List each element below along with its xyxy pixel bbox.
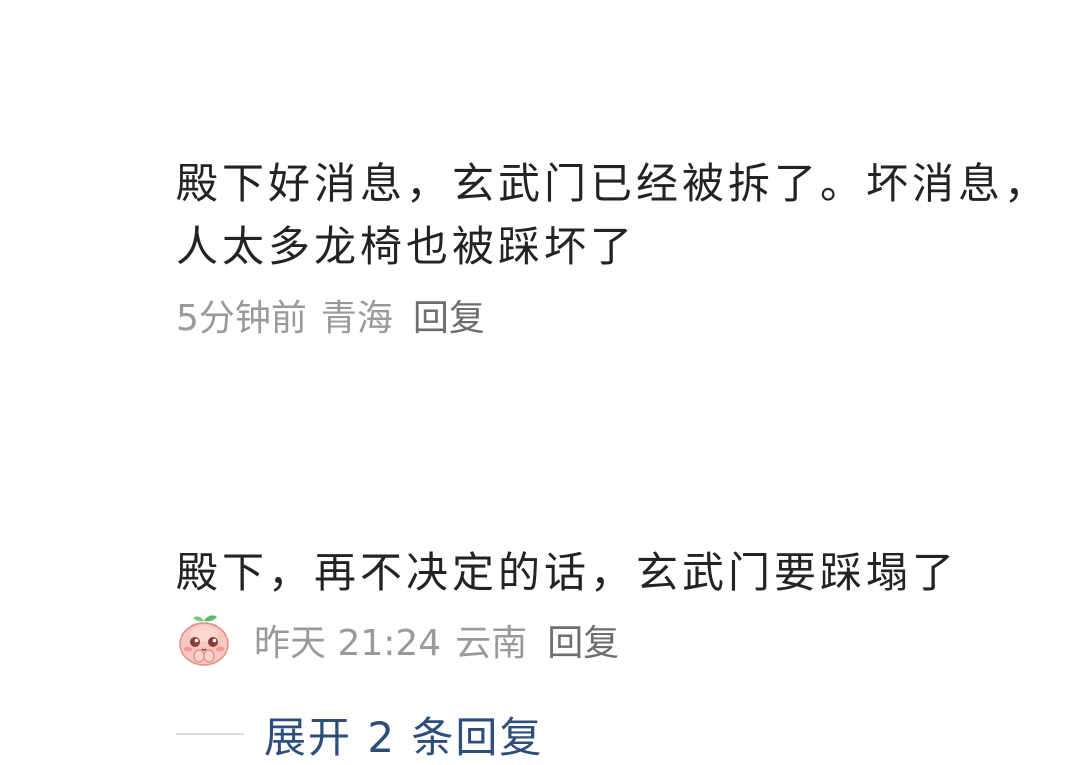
comment-text: 殿下，再不决定的话，玄武门要踩塌了 (176, 548, 959, 597)
expand-replies[interactable]: 展开 2 条回复 (176, 704, 543, 764)
comment-meta: 昨天 21:24 云南 回复 (176, 612, 1056, 668)
reply-button[interactable]: 回复 (413, 289, 485, 341)
blushing-peach-sticker-icon (179, 615, 229, 666)
comment-region: 青海 (320, 298, 393, 339)
expand-replies-button[interactable]: 展开 2 条回复 (264, 704, 543, 765)
comment-text: 殿下好消息，玄武门已经被拆了。坏消息，人太多龙椅也被踩坏了 (176, 159, 1051, 271)
comment-time: 昨天 21:24 (254, 623, 442, 664)
comment-item: 殿下好消息，玄武门已经被拆了。坏消息，人太多龙椅也被踩坏了 5分钟前 青海 回复 (176, 152, 1056, 343)
comment-region: 云南 (455, 623, 528, 664)
comment-item: 殿下，再不决定的话，玄武门要踩塌了 昨天 21:24 云南 回复 (176, 541, 1056, 668)
comment-time: 5分钟前 (176, 298, 307, 339)
reply-button[interactable]: 回复 (547, 614, 619, 666)
divider-line (176, 733, 244, 735)
comment-meta: 5分钟前 青海 回复 (176, 287, 1056, 343)
